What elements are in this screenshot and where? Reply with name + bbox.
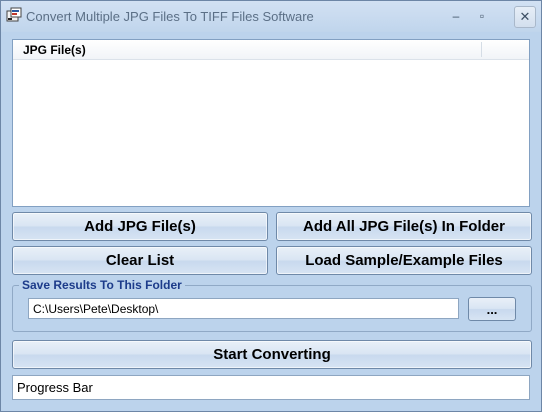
output-folder-label: Save Results To This Folder (19, 278, 185, 292)
browse-button[interactable]: ... (468, 297, 516, 321)
add-folder-button[interactable]: Add All JPG File(s) In Folder (276, 212, 532, 241)
maximize-button[interactable]: ▫ (469, 6, 495, 26)
close-button[interactable]: ✕ (514, 6, 536, 28)
app-window: Convert Multiple JPG Files To TIFF Files… (0, 0, 542, 412)
window-title: Convert Multiple JPG Files To TIFF Files… (26, 9, 314, 24)
list-header: JPG File(s) (13, 40, 529, 60)
column-separator[interactable] (481, 42, 482, 57)
clear-list-button[interactable]: Clear List (12, 246, 268, 275)
minimize-button[interactable]: – (443, 6, 469, 26)
load-sample-button[interactable]: Load Sample/Example Files (276, 246, 532, 275)
add-jpg-files-button[interactable]: Add JPG File(s) (12, 212, 268, 241)
start-converting-button[interactable]: Start Converting (12, 340, 532, 369)
output-path-field[interactable]: C:\Users\Pete\Desktop\ (28, 298, 459, 319)
progress-bar: Progress Bar (12, 375, 530, 400)
app-icon (6, 7, 22, 22)
jpg-file-list[interactable]: JPG File(s) (12, 39, 530, 207)
column-header-jpg-files[interactable]: JPG File(s) (23, 43, 86, 57)
client-area: JPG File(s) Add JPG File(s) Add All JPG … (4, 32, 538, 408)
title-bar[interactable]: Convert Multiple JPG Files To TIFF Files… (1, 1, 541, 32)
